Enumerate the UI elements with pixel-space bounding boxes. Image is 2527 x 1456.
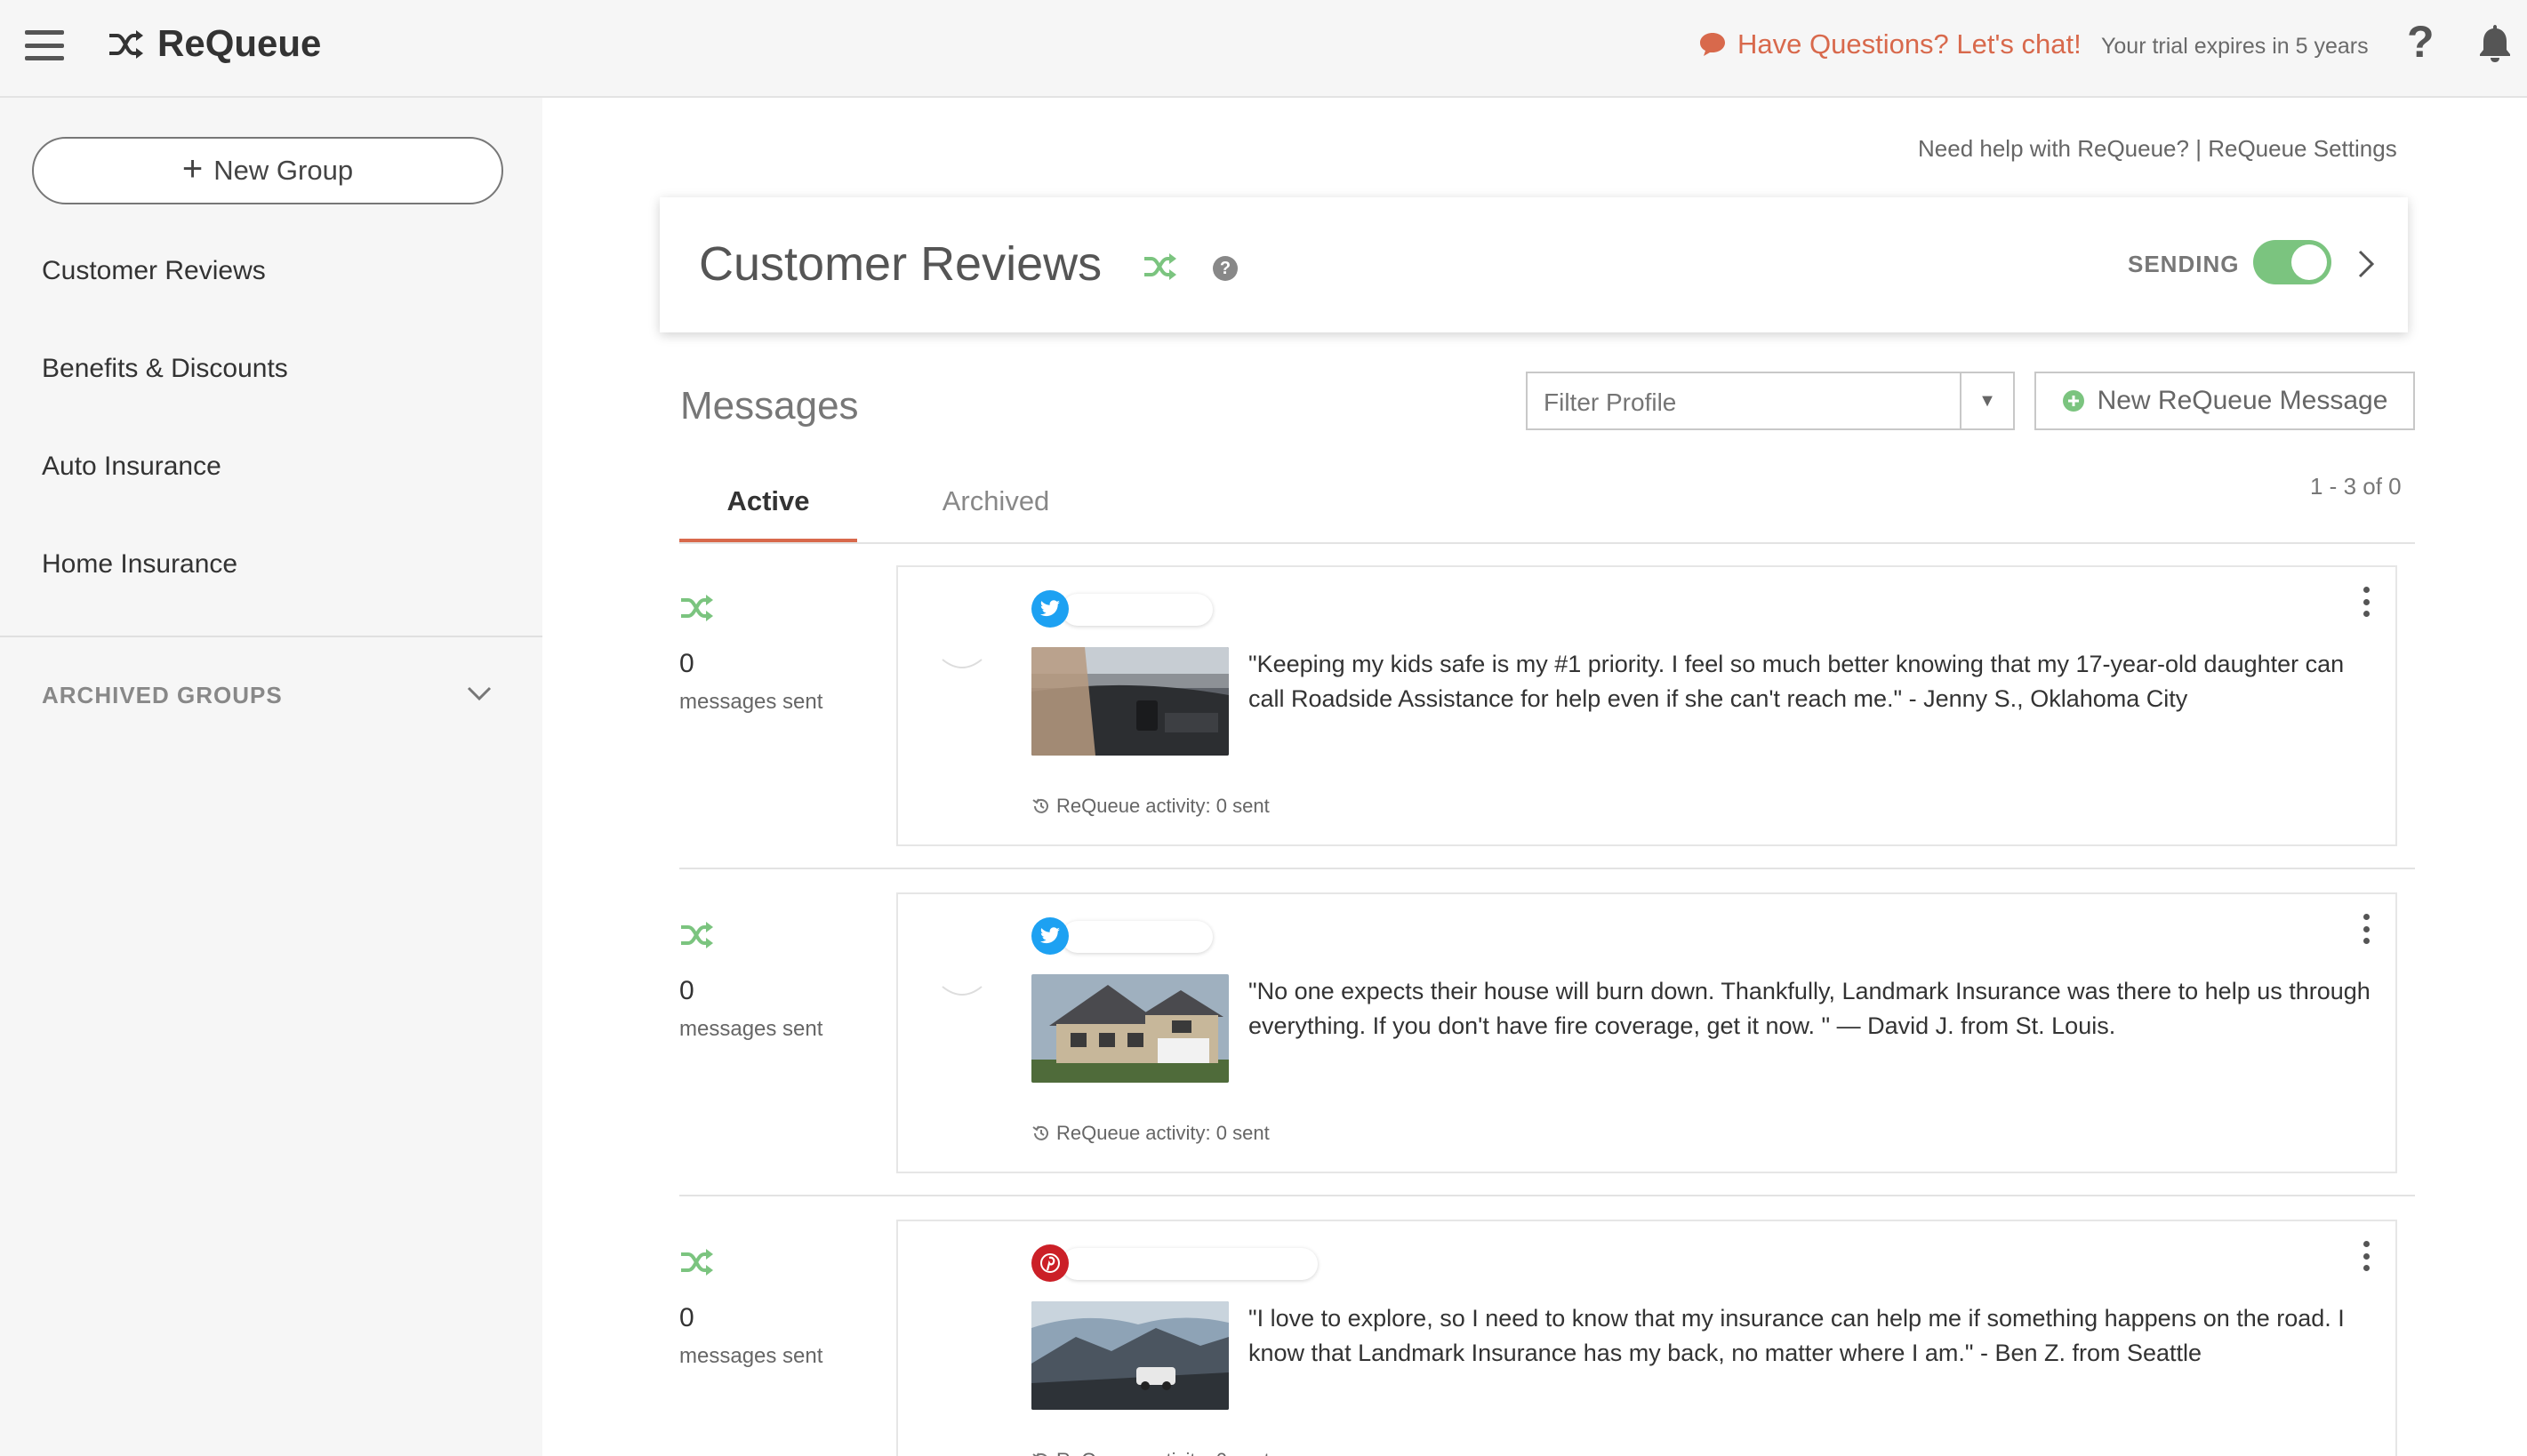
- row-divider: [679, 868, 2415, 869]
- help-links: Need help with ReQueue? | ReQueue Settin…: [1918, 135, 2397, 163]
- group-header-card: Customer Reviews ? SENDING: [660, 197, 2408, 332]
- chat-link-label: Have Questions? Let's chat!: [1737, 28, 2082, 60]
- requeue-activity: ReQueue activity: 0 sent: [1031, 1122, 1270, 1145]
- house-photo: [1031, 974, 1229, 1083]
- row-divider: [679, 1195, 2415, 1196]
- sending-toggle[interactable]: [2253, 240, 2331, 284]
- requeue-activity: ReQueue activity: 0 sent: [1031, 795, 1270, 818]
- sidebar-item-auto-insurance[interactable]: Auto Insurance: [42, 452, 221, 482]
- messages-sent-label: messages sent: [679, 1017, 823, 1041]
- new-group-button[interactable]: + New Group: [32, 137, 503, 204]
- plus-circle-icon: [2062, 390, 2084, 412]
- chevron-right-icon[interactable]: [2357, 249, 2375, 279]
- caret-down-icon[interactable]: ▼: [1960, 373, 2013, 428]
- twitter-icon: [1031, 590, 1069, 628]
- messages-title: Messages: [680, 384, 859, 428]
- toggle-knob: [2291, 244, 2327, 280]
- more-options-icon[interactable]: [2362, 587, 2371, 617]
- new-requeue-message-button[interactable]: New ReQueue Message: [2034, 372, 2415, 430]
- requeue-activity-text: ReQueue activity: 0 sent: [1056, 795, 1270, 817]
- messages-sent-count: 0: [679, 649, 694, 678]
- help-link[interactable]: Need help with ReQueue?: [1918, 135, 2189, 162]
- chat-link[interactable]: Have Questions? Let's chat!: [1698, 28, 2082, 60]
- loading-spinner-icon: [942, 986, 983, 996]
- message-row: 0 messages sent "Keeping my kids safe is…: [679, 565, 2415, 892]
- requeue-activity: ReQueue activity: 0 sent: [1031, 1449, 1270, 1456]
- message-row: 0 messages sent "No one expects their ho…: [679, 892, 2415, 1220]
- shuffle-icon: [1144, 253, 1176, 280]
- message-card[interactable]: "Keeping my kids safe is my #1 priority.…: [896, 565, 2397, 846]
- chevron-down-icon[interactable]: [466, 684, 493, 702]
- plus-icon: +: [181, 149, 204, 188]
- new-group-label: New Group: [213, 155, 354, 186]
- filter-profile-input[interactable]: [1544, 388, 1953, 417]
- shuffle-icon: [109, 30, 143, 59]
- brand-name[interactable]: ReQueue: [157, 22, 321, 65]
- requeue-activity-text: ReQueue activity: 0 sent: [1056, 1449, 1270, 1456]
- archived-groups-toggle[interactable]: ARCHIVED GROUPS: [42, 682, 283, 709]
- messages-sent-count: 0: [679, 976, 694, 1005]
- requeue-activity-text: ReQueue activity: 0 sent: [1056, 1122, 1270, 1144]
- new-message-label: New ReQueue Message: [2097, 386, 2388, 415]
- message-card[interactable]: "I love to explore, so I need to know th…: [896, 1220, 2397, 1456]
- car-interior-photo: [1031, 647, 1229, 756]
- hamburger-icon[interactable]: [25, 30, 64, 60]
- bell-icon[interactable]: [2477, 23, 2513, 64]
- shuffle-icon: [681, 595, 713, 621]
- sidebar-item-home-insurance[interactable]: Home Insurance: [42, 549, 237, 580]
- group-title: Customer Reviews: [699, 237, 1103, 291]
- more-options-icon[interactable]: [2362, 1241, 2371, 1271]
- history-icon: [1032, 798, 1048, 813]
- profile-name-pill: [1062, 594, 1213, 626]
- group-help-icon[interactable]: ?: [1213, 256, 1238, 281]
- message-text: "I love to explore, so I need to know th…: [1248, 1305, 2345, 1366]
- chat-bubble-icon: [1700, 33, 1725, 56]
- tabs-divider: [679, 542, 2415, 544]
- shuffle-icon: [681, 1249, 713, 1276]
- tab-archived[interactable]: Archived: [907, 462, 1085, 542]
- question-mark-icon[interactable]: ?: [2407, 20, 2435, 64]
- message-text: "Keeping my kids safe is my #1 priority.…: [1248, 651, 2345, 712]
- message-card[interactable]: "No one expects their house will burn do…: [896, 892, 2397, 1173]
- sidebar-divider: [0, 636, 542, 637]
- shuffle-icon: [681, 922, 713, 948]
- sidebar: + New Group Customer Reviews Benefits & …: [0, 98, 542, 1456]
- history-icon: [1032, 1452, 1047, 1456]
- tab-active[interactable]: Active: [679, 462, 857, 542]
- messages-sent-label: messages sent: [679, 690, 823, 714]
- message-row: 0 messages sent "I love to explore, so I…: [679, 1220, 2415, 1456]
- trial-notice: Your trial expires in 5 years: [2101, 34, 2369, 59]
- profile-name-pill: [1062, 921, 1213, 953]
- history-icon: [1032, 1125, 1048, 1140]
- filter-profile-select[interactable]: ▼: [1526, 372, 2015, 430]
- settings-link[interactable]: ReQueue Settings: [2208, 135, 2396, 162]
- profile-name-pill: [1062, 1248, 1318, 1280]
- sending-label: SENDING: [2128, 251, 2240, 277]
- sidebar-item-benefits-discounts[interactable]: Benefits & Discounts: [42, 354, 288, 384]
- message-text: "No one expects their house will burn do…: [1248, 978, 2371, 1039]
- more-options-icon[interactable]: [2362, 914, 2371, 944]
- loading-spinner-icon: [942, 659, 983, 668]
- pinterest-icon: [1031, 1244, 1069, 1282]
- link-separator: |: [2195, 135, 2202, 162]
- messages-sent-label: messages sent: [679, 1344, 823, 1368]
- mountain-road-photo: [1031, 1301, 1229, 1410]
- pagination-count: 1 - 3 of 0: [2310, 473, 2402, 500]
- twitter-icon: [1031, 917, 1069, 955]
- top-bar: ReQueue Have Questions? Let's chat! Your…: [0, 0, 2527, 98]
- sidebar-item-customer-reviews[interactable]: Customer Reviews: [42, 256, 266, 286]
- messages-sent-count: 0: [679, 1303, 694, 1332]
